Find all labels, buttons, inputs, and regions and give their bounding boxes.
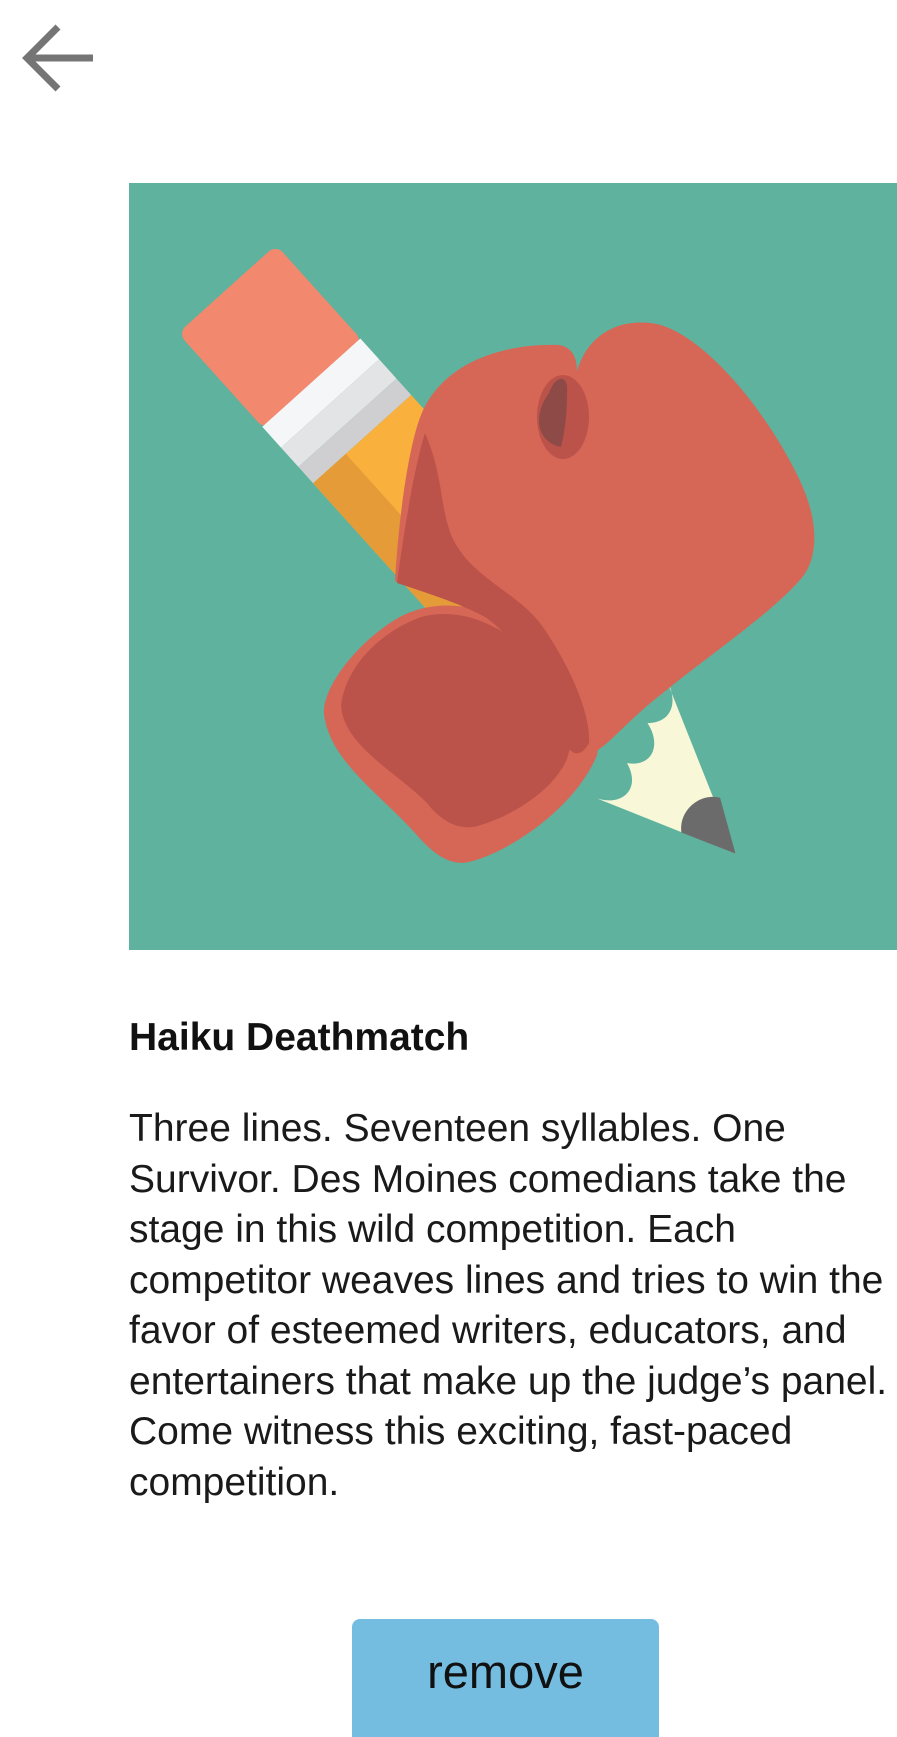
event-image bbox=[129, 183, 897, 950]
boxing-glove-and-pencil-illustration bbox=[129, 183, 897, 950]
event-detail-screen: Haiku Deathmatch Three lines. Seventeen … bbox=[0, 0, 897, 1737]
event-description: Three lines. Seventeen syllables. One Su… bbox=[129, 1107, 888, 1504]
back-button[interactable] bbox=[14, 14, 102, 102]
event-title: Haiku Deathmatch bbox=[129, 1016, 470, 1059]
remove-button[interactable]: remove bbox=[352, 1619, 659, 1737]
arrow-left-icon bbox=[19, 19, 97, 97]
